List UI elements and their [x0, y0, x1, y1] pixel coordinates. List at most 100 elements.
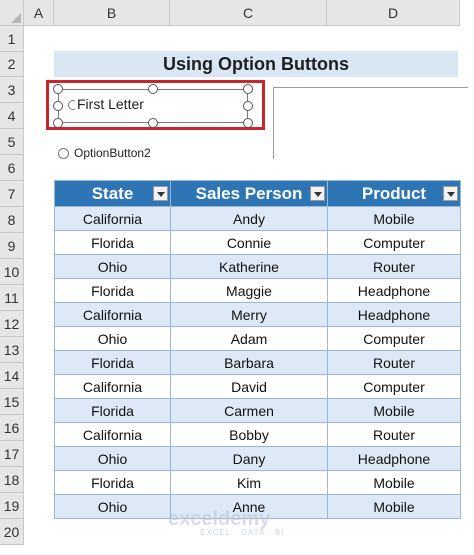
row-header-3[interactable]: 3	[0, 77, 24, 103]
table-cell[interactable]: California	[54, 302, 171, 327]
filter-dropdown-icon[interactable]	[153, 186, 168, 201]
table-cell[interactable]: Router	[327, 254, 461, 279]
filter-dropdown-icon[interactable]	[310, 186, 325, 201]
table-row: Florida Connie Computer	[54, 230, 461, 255]
row-header-6[interactable]: 6	[0, 155, 24, 181]
table-cell[interactable]: Ohio	[54, 254, 171, 279]
table-cell[interactable]: California	[54, 374, 171, 399]
resize-handle-top[interactable]	[148, 84, 158, 94]
table-row: California Merry Headphone	[54, 302, 461, 327]
table-cell[interactable]: Florida	[54, 230, 171, 255]
table-cell[interactable]: California	[54, 206, 171, 231]
row-header-1[interactable]: 1	[0, 26, 24, 52]
resize-handle-right[interactable]	[243, 101, 253, 111]
resize-handle-left[interactable]	[53, 101, 63, 111]
row-header-5[interactable]: 5	[0, 129, 24, 155]
table-cell[interactable]: Router	[327, 350, 461, 375]
row-header-4[interactable]: 4	[0, 103, 24, 129]
table-cell[interactable]: Andy	[170, 206, 328, 231]
header-product-label: Product	[361, 183, 427, 203]
table-cell[interactable]: Barbara	[170, 350, 328, 375]
table-row: Florida Kim Mobile	[54, 470, 461, 495]
table-cell[interactable]: Router	[327, 422, 461, 447]
column-header-c[interactable]: C	[170, 0, 327, 26]
table-cell[interactable]: Florida	[54, 470, 171, 495]
row-header-20[interactable]: 20	[0, 519, 24, 545]
resize-handle-top-right[interactable]	[243, 84, 253, 94]
row-header-18[interactable]: 18	[0, 467, 24, 493]
resize-handle-bottom-left[interactable]	[53, 118, 63, 128]
row-header-15[interactable]: 15	[0, 389, 24, 415]
sales-table: State Sales Person Product California And…	[54, 180, 461, 519]
table-cell[interactable]: Headphone	[327, 446, 461, 471]
option-button-2-label: OptionButton2	[74, 146, 151, 160]
table-cell[interactable]: Computer	[327, 326, 461, 351]
table-cell[interactable]: Computer	[327, 230, 461, 255]
header-state-label: State	[91, 183, 134, 203]
row-header-7[interactable]: 7	[0, 181, 24, 207]
spreadsheet: A B C D 1 2 3 4 5 6 7 8 9 10 11 12 13 14 15 16 17 18 19 20 …	[0, 0, 474, 555]
column-header-b[interactable]: B	[54, 0, 170, 26]
table-cell[interactable]: Bobby	[170, 422, 328, 447]
row-header-8[interactable]: 8	[0, 207, 24, 233]
table-cell[interactable]: Mobile	[327, 470, 461, 495]
column-header-d[interactable]: D	[327, 0, 460, 26]
option-button-1-label: First Letter	[75, 96, 146, 112]
table-cell[interactable]: Merry	[170, 302, 328, 327]
table-cell[interactable]: Ohio	[54, 446, 171, 471]
row-header-2[interactable]: 2	[0, 52, 24, 77]
header-sales-person-label: Sales Person	[195, 183, 303, 203]
table-cell[interactable]: Florida	[54, 398, 171, 423]
row-header-12[interactable]: 12	[0, 311, 24, 337]
row-header-11[interactable]: 11	[0, 285, 24, 311]
row-header-16[interactable]: 16	[0, 415, 24, 441]
table-cell[interactable]: Ohio	[54, 494, 171, 519]
row-header-10[interactable]: 10	[0, 259, 24, 285]
table-cell[interactable]: California	[54, 422, 171, 447]
table-row: Ohio Katherine Router	[54, 254, 461, 279]
select-all-corner[interactable]	[0, 0, 24, 26]
table-cell[interactable]: Dany	[170, 446, 328, 471]
table-cell[interactable]: Headphone	[327, 302, 461, 327]
header-sales-person: Sales Person	[170, 180, 328, 207]
table-cell[interactable]: Florida	[54, 350, 171, 375]
watermark-tagline: EXCEL · DATA · BI	[200, 528, 285, 537]
table-cell[interactable]: Adam	[170, 326, 328, 351]
table-cell[interactable]: Ohio	[54, 326, 171, 351]
row-header-17[interactable]: 17	[0, 441, 24, 467]
table-cell[interactable]: Mobile	[327, 206, 461, 231]
header-state: State	[54, 180, 171, 207]
table-row: California Andy Mobile	[54, 206, 461, 231]
table-cell[interactable]: Kim	[170, 470, 328, 495]
option-button-2[interactable]: OptionButton2	[58, 145, 151, 161]
table-cell[interactable]: Mobile	[327, 398, 461, 423]
sheet-title: Using Option Buttons	[54, 51, 458, 77]
filter-dropdown-icon[interactable]	[443, 186, 458, 201]
column-header-a[interactable]: A	[24, 0, 54, 26]
table-cell[interactable]: David	[170, 374, 328, 399]
table-row: California Bobby Router	[54, 422, 461, 447]
table-cell[interactable]: Computer	[327, 374, 461, 399]
resize-handle-top-left[interactable]	[53, 84, 63, 94]
table-cell[interactable]: Headphone	[327, 278, 461, 303]
radio-circle-icon[interactable]	[58, 147, 69, 159]
row-header-14[interactable]: 14	[0, 363, 24, 389]
table-cell[interactable]: Connie	[170, 230, 328, 255]
group-box-border-top	[273, 87, 468, 88]
table-row: Florida Maggie Headphone	[54, 278, 461, 303]
row-header-13[interactable]: 13	[0, 337, 24, 363]
row-header-9[interactable]: 9	[0, 233, 24, 259]
table-header-row: State Sales Person Product	[54, 180, 461, 207]
table-cell[interactable]: Florida	[54, 278, 171, 303]
table-cell[interactable]: Mobile	[327, 494, 461, 519]
table-cell[interactable]: Carmen	[170, 398, 328, 423]
table-row: Ohio Adam Computer	[54, 326, 461, 351]
table-row: Ohio Dany Headphone	[54, 446, 461, 471]
resize-handle-bottom-right[interactable]	[243, 118, 253, 128]
group-box-border-left	[273, 87, 274, 159]
header-product: Product	[327, 180, 461, 207]
resize-handle-bottom[interactable]	[148, 118, 158, 128]
table-cell[interactable]: Maggie	[170, 278, 328, 303]
table-cell[interactable]: Katherine	[170, 254, 328, 279]
row-header-19[interactable]: 19	[0, 493, 24, 519]
